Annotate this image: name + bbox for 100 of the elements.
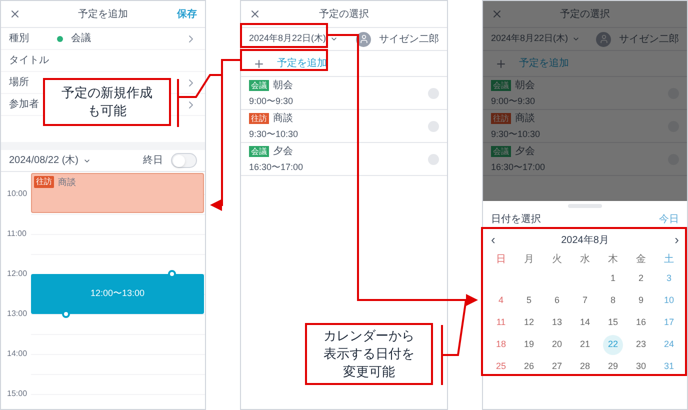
date-selector[interactable]: 2024年8月22日(木) [491,32,580,46]
close-icon[interactable] [9,8,21,20]
category-tag: 会議 [491,80,511,91]
event-row[interactable]: 会議 朝会 9:00〜9:30 [483,77,687,110]
calendar-day[interactable]: 8 [603,291,623,311]
event-row[interactable]: 往訪 商談 9:30〜10:30 [483,110,687,143]
event-title: 商談 [58,176,76,188]
calendar-day[interactable]: 29 [603,357,623,377]
form-row[interactable]: 種別 会議 [1,28,205,50]
calendar-day[interactable]: 13 [547,313,567,333]
event-block[interactable]: 往訪 商談 [31,173,204,213]
event-time: 9:00〜9:30 [491,94,536,108]
event-row[interactable]: 往訪 商談 9:30〜10:30 [241,110,447,143]
hour-label: 15:00 [7,388,28,400]
avatar-icon [596,32,611,46]
screen-title: 予定の選択 [319,8,369,22]
calendar-day[interactable]: 19 [519,335,539,355]
date-selector[interactable]: 2024年8月22日(木) [249,32,338,46]
previous-month-button[interactable]: ‹ [491,230,496,250]
calendar-day[interactable]: 28 [575,357,595,377]
weekday-label: 月 [523,252,535,266]
close-icon[interactable] [491,8,503,20]
field-label: 種別 [9,32,30,46]
event-time: 12:00〜13:00 [90,287,145,300]
weekday-label: 火 [551,252,563,266]
event-row[interactable]: 会議 夕会 16:30〜17:00 [483,143,687,176]
plus-icon [253,58,265,70]
form-row[interactable]: タイトル [1,50,205,72]
chevron-down-icon [572,35,580,43]
calendar-day[interactable]: 20 [547,335,567,355]
event-time: 16:30〜17:00 [491,160,546,174]
weekday-label: 水 [579,252,591,266]
category-tag: 会議 [491,146,511,157]
category-tag: 会議 [249,80,269,91]
category-tag: 往訪 [34,176,54,188]
radio-button[interactable] [428,154,439,164]
calendar-day[interactable]: 11 [491,313,511,333]
weekday-label: 土 [663,252,675,266]
chevron-down-icon [330,35,338,43]
field-value: 会議 [71,32,91,46]
event-row[interactable]: 会議 夕会 16:30〜17:00 [241,143,447,176]
calendar-day[interactable]: 6 [547,291,567,311]
event-title: 夕会 [515,144,535,159]
category-tag: 往訪 [249,112,269,124]
toggle-switch[interactable] [171,153,197,168]
screen-title: 予定を追加 [78,8,128,22]
calendar-day[interactable]: 30 [631,357,651,377]
event-block[interactable]: 12:00〜13:00 [31,274,204,314]
event-time: 9:30〜10:30 [491,128,540,141]
month-title: 2024年8月 [561,234,609,248]
calendar-day[interactable]: 2 [631,269,651,289]
next-month-button[interactable]: › [674,230,679,250]
resize-handle[interactable] [168,270,176,278]
event-row[interactable]: 会議 朝会 9:00〜9:30 [241,77,447,110]
calendar-day[interactable]: 7 [575,291,595,311]
annotation-text: 変更可能 [343,363,395,381]
calendar-day[interactable]: 16 [631,313,651,333]
category-tag: 会議 [249,146,269,157]
calendar-day[interactable]: 21 [575,335,595,355]
calendar-day[interactable]: 26 [519,357,539,377]
field-label: タイトル [9,54,49,68]
radio-button[interactable] [428,88,439,98]
category-tag: 往訪 [491,112,511,124]
calendar-day[interactable]: 25 [491,357,511,377]
calendar-day[interactable]: 1 [603,269,623,289]
close-icon[interactable] [249,8,261,20]
weekday-label: 金 [635,252,647,266]
event-time: 9:30〜10:30 [249,128,298,141]
event-title: 朝会 [273,78,293,93]
save-button[interactable]: 保存 [177,6,197,22]
radio-button[interactable] [428,120,439,132]
event-time: 9:00〜9:30 [249,94,294,108]
field-label: 場所 [9,76,30,90]
calendar-day[interactable]: 15 [603,313,623,333]
date-selector[interactable]: 2024/08/22 (木) [9,153,90,168]
screen-title: 予定の選択 [560,8,610,22]
calendar-day[interactable]: 27 [547,357,567,377]
calendar-day[interactable]: 4 [491,291,511,311]
annotation-text: 表示する日付を [324,345,414,363]
hour-label: 12:00 [7,268,28,280]
calendar-day[interactable]: 14 [575,313,595,333]
add-event-button[interactable]: 予定を追加 [241,51,447,77]
calendar-day[interactable]: 5 [519,291,539,311]
calendar-day[interactable]: 18 [491,335,511,355]
resize-handle[interactable] [62,310,70,318]
hour-label: 10:00 [7,188,28,200]
hour-label: 13:00 [7,308,28,320]
user-name: サイゼン二郎 [619,32,679,46]
event-title: 夕会 [273,144,293,159]
calendar-day[interactable]: 12 [519,313,539,333]
event-title: 商談 [515,112,535,126]
field-label: 参加者 [9,98,40,112]
calendar-day[interactable]: 9 [631,291,651,311]
plus-icon [495,58,507,70]
calendar-day[interactable]: 23 [631,335,651,355]
user-name: サイゼン二郎 [379,32,439,46]
event-title: 商談 [273,112,293,126]
sheet-title: 日付を選択 [491,212,541,226]
annotation-text: カレンダーから [324,327,414,345]
weekday-label: 日 [495,252,507,266]
